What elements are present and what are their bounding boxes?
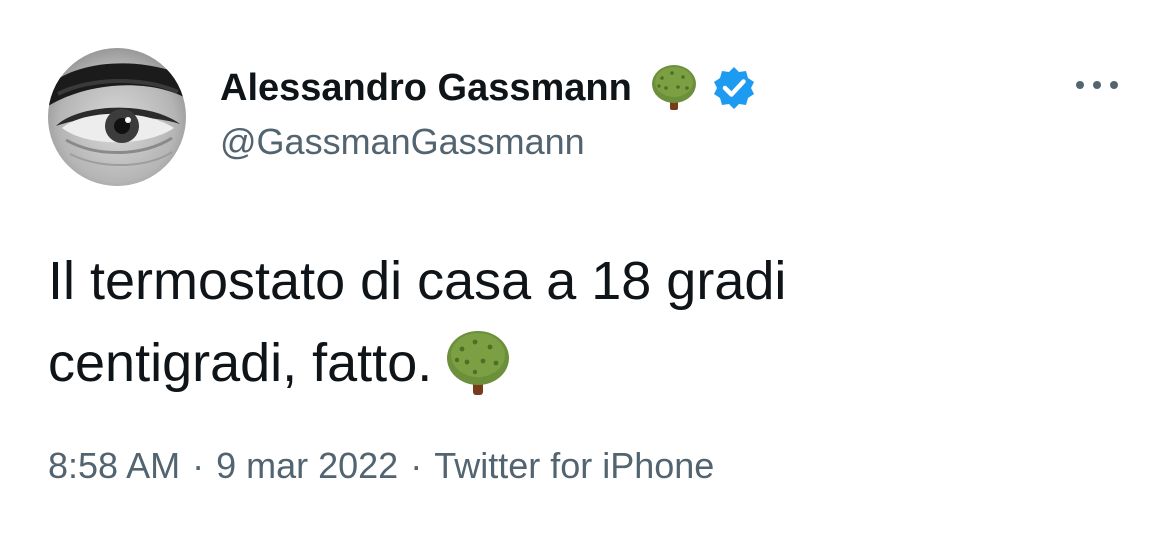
verified-badge-icon <box>710 64 758 112</box>
meta-separator: · <box>410 445 423 486</box>
tweet-date[interactable]: 9 mar 2022 <box>216 445 398 486</box>
tweet-text-line-1: Il termostato di casa a 18 gradi <box>48 251 787 311</box>
avatar[interactable] <box>48 48 186 186</box>
more-dot <box>1076 81 1084 89</box>
more-dot <box>1110 81 1118 89</box>
tree-emoji-icon <box>442 327 514 399</box>
tweet-text-line-2: centigradi, fatto. <box>48 333 433 393</box>
user-handle[interactable]: @GassmanGassmann <box>220 120 758 164</box>
tweet-text-line-2-wrap: centigradi, fatto. <box>48 322 1108 404</box>
user-info: Alessandro Gassmann @GassmanGassmann <box>220 60 758 164</box>
display-name[interactable]: Alessandro Gassmann <box>220 60 632 116</box>
tree-emoji-icon <box>648 62 700 114</box>
tweet-card: Alessandro Gassmann @GassmanGassmann Il … <box>0 0 1170 537</box>
tweet-source[interactable]: Twitter for iPhone <box>434 445 714 486</box>
more-horizontal-icon[interactable] <box>1072 70 1122 100</box>
meta-separator: · <box>192 445 205 486</box>
tweet-text: Il termostato di casa a 18 gradi centigr… <box>48 240 1108 404</box>
name-row: Alessandro Gassmann <box>220 60 758 116</box>
more-dot <box>1093 81 1101 89</box>
avatar-eye-image <box>48 48 186 186</box>
tweet-meta: 8:58 AM · 9 mar 2022 · Twitter for iPhone <box>48 440 714 492</box>
tweet-time[interactable]: 8:58 AM <box>48 445 180 486</box>
